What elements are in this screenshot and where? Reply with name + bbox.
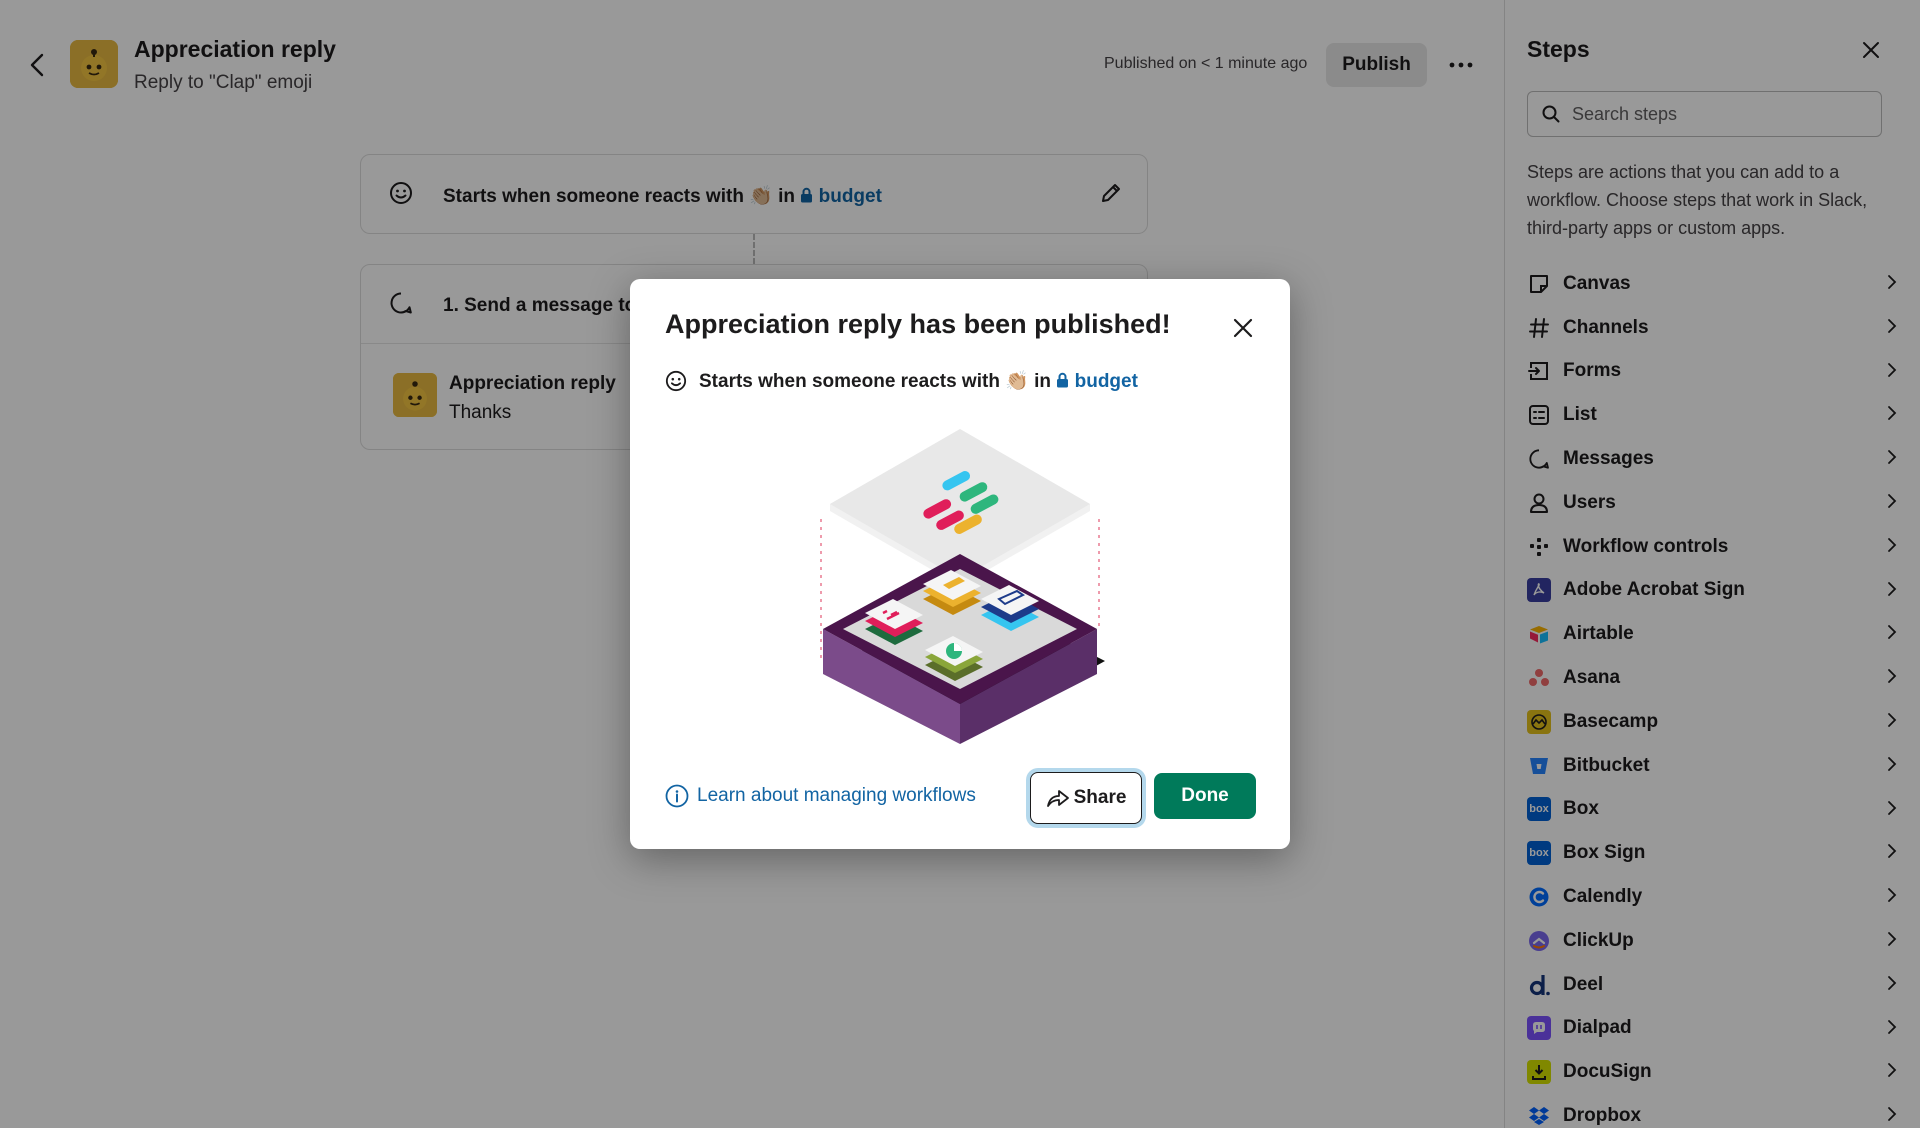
- trigger-prefix: Starts when someone reacts with: [699, 371, 1000, 392]
- share-label: Share: [1073, 787, 1127, 808]
- learn-link-label: Learn about managing workflows: [697, 785, 976, 806]
- dialog-close-button[interactable]: [1228, 313, 1258, 343]
- smiley-icon: [665, 370, 687, 392]
- published-illustration: [820, 429, 1105, 744]
- close-icon: [1233, 318, 1253, 338]
- lock-icon: [1057, 372, 1069, 388]
- published-dialog: Appreciation reply has been published! S…: [630, 279, 1290, 849]
- share-button[interactable]: Share: [1030, 772, 1142, 824]
- channel-name: budget: [1074, 371, 1138, 392]
- done-button[interactable]: Done: [1154, 773, 1256, 819]
- dialog-trigger-summary: Starts when someone reacts with 👏🏼 in bu…: [665, 369, 1138, 393]
- trigger-in-word: in: [1034, 371, 1052, 392]
- info-icon: [665, 784, 689, 808]
- share-arrow-icon: [1046, 790, 1069, 807]
- dialog-title: Appreciation reply has been published!: [665, 309, 1171, 339]
- clap-emoji: 👏🏼: [1005, 371, 1029, 392]
- learn-about-workflows-link[interactable]: Learn about managing workflows: [665, 784, 976, 808]
- channel-link[interactable]: budget: [1056, 371, 1138, 392]
